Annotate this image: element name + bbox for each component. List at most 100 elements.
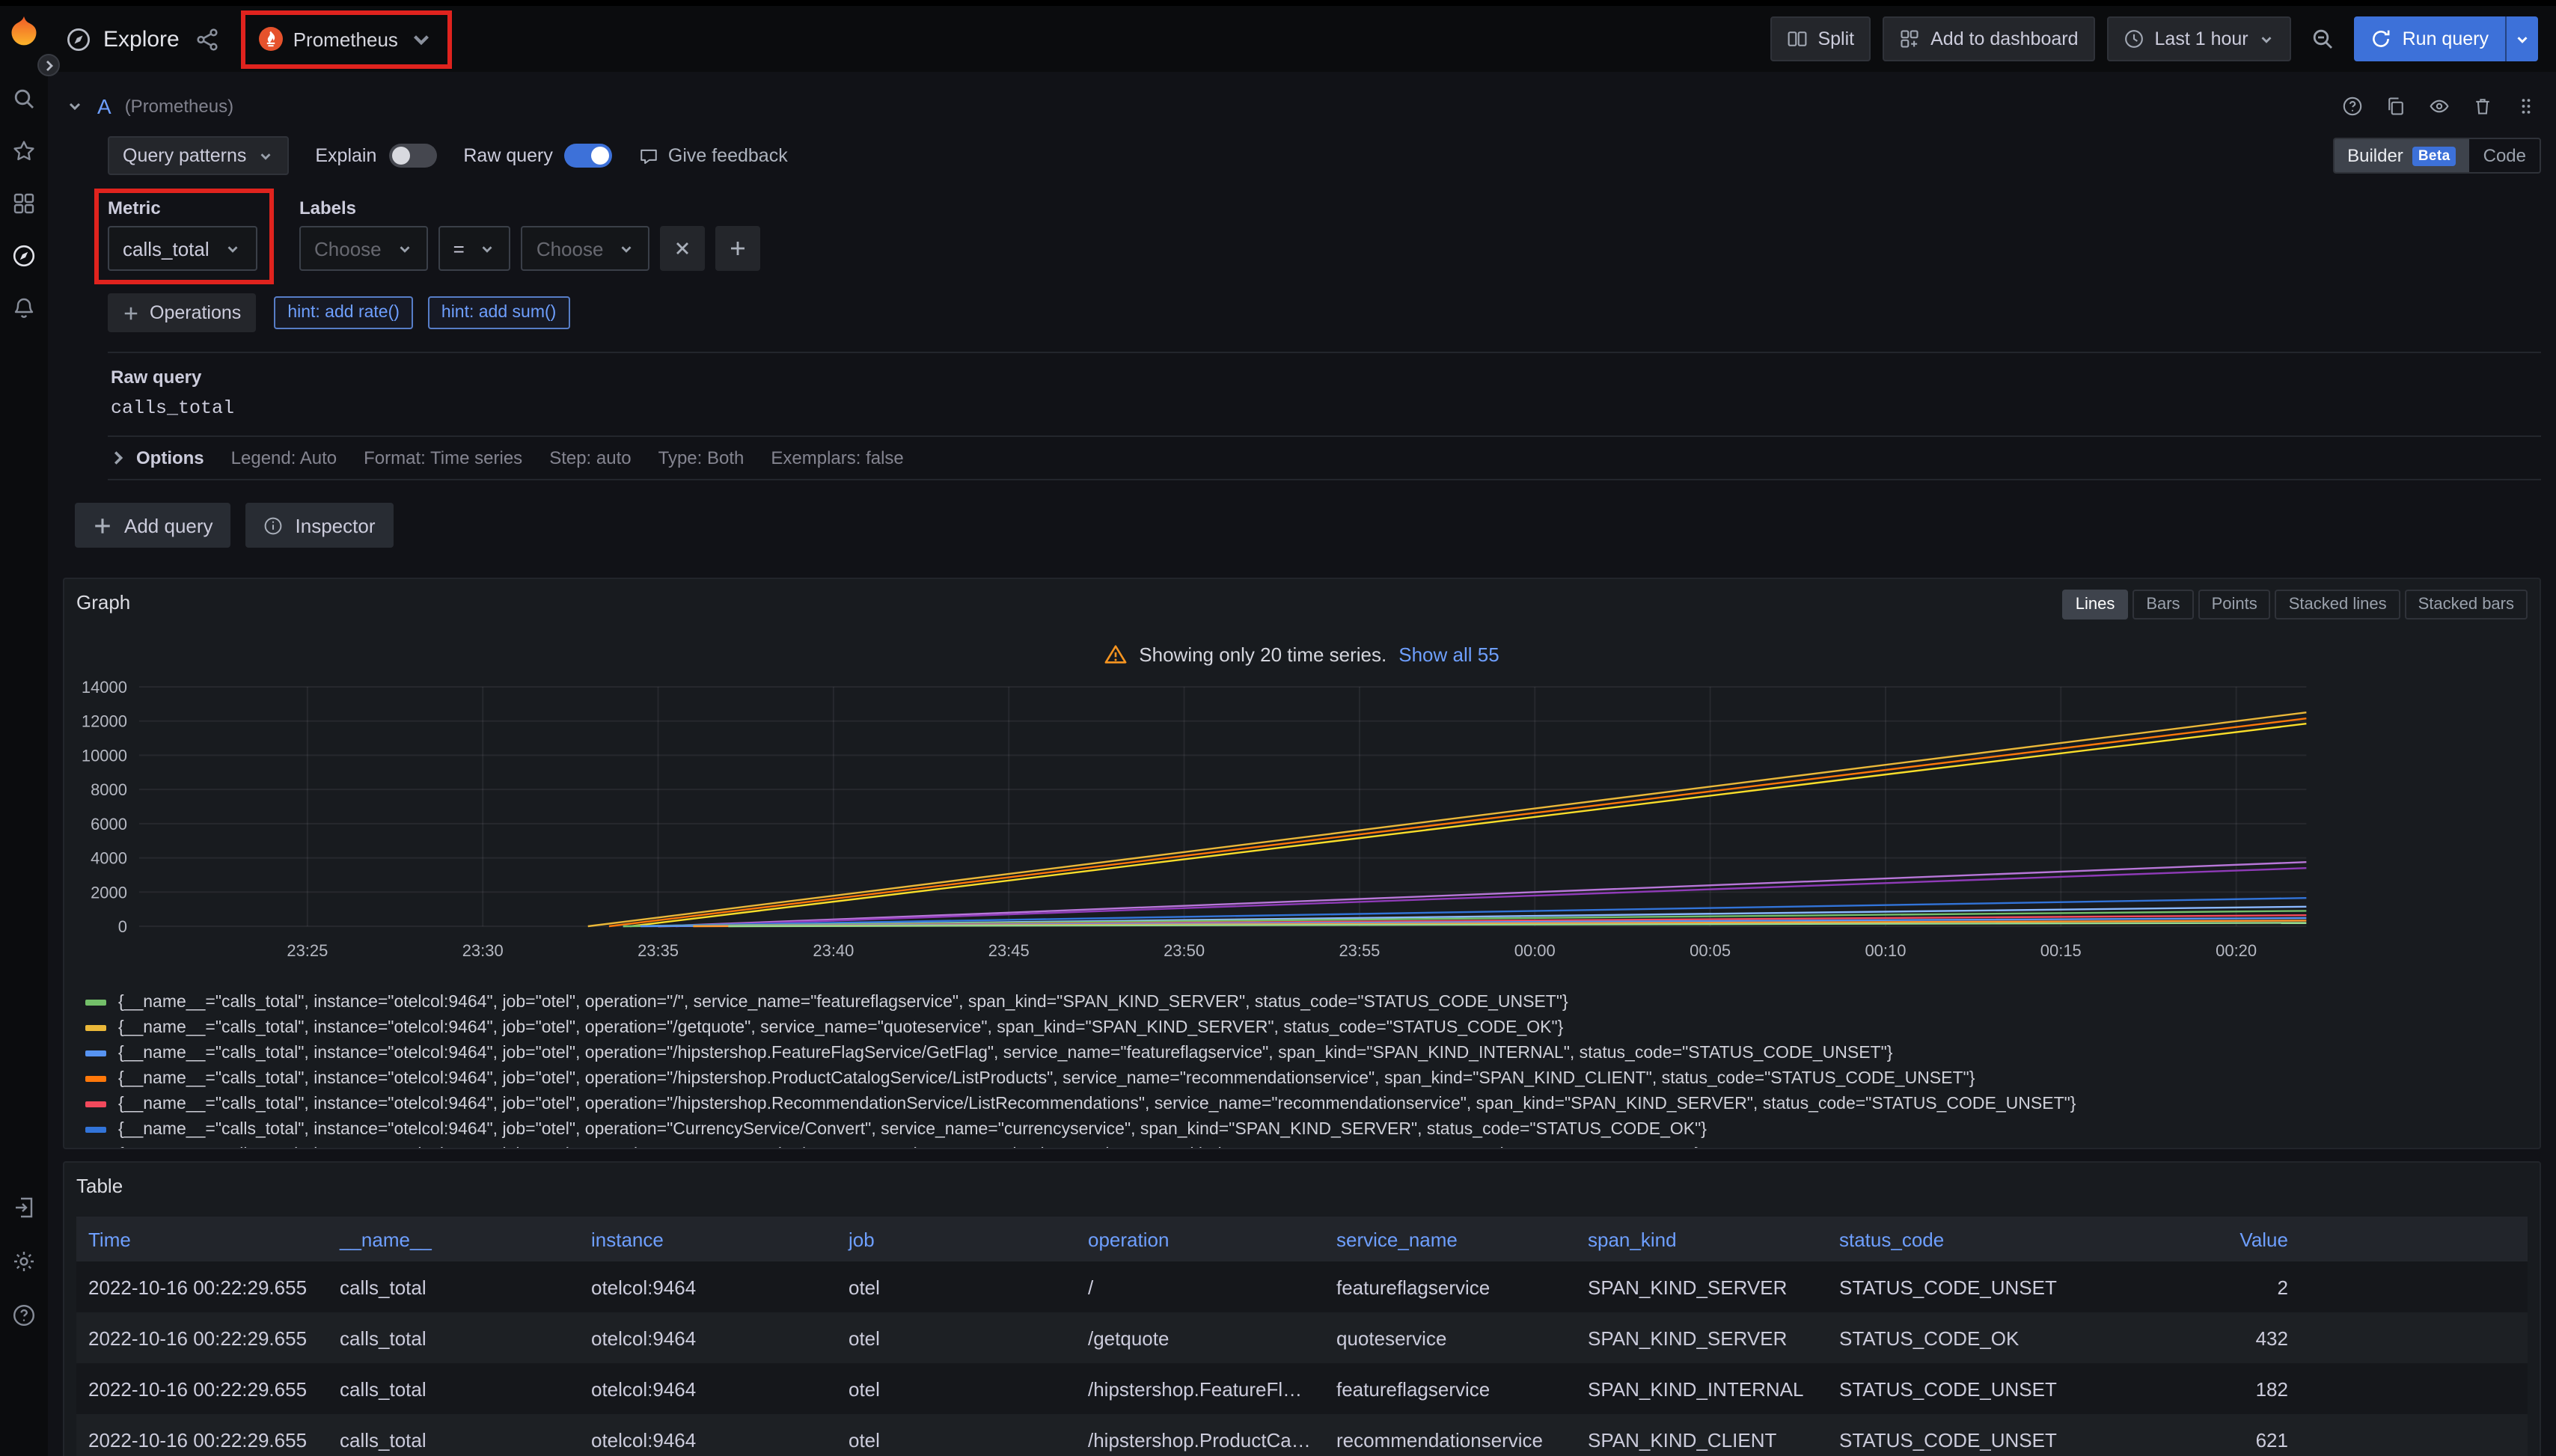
svg-text:00:05: 00:05 [1690,941,1731,960]
table-row[interactable]: 2022-10-16 00:22:29.655calls_totalotelco… [76,1363,2528,1414]
search-icon[interactable] [12,87,36,111]
legend-item[interactable]: {__name__="calls_total", instance="otelc… [85,1065,2528,1091]
hint-button[interactable]: hint: add sum() [428,296,569,329]
remove-label-filter-button[interactable] [660,226,705,271]
table-cell: 2 [2076,1261,2300,1312]
table-row[interactable]: 2022-10-16 00:22:29.655calls_totalotelco… [76,1261,2528,1312]
legend-item[interactable]: {__name__="calls_total", instance="otelc… [85,1091,2528,1116]
trash-icon[interactable] [2471,94,2495,118]
column-header-service-name[interactable]: service_name [1324,1217,1576,1261]
tab-builder[interactable]: Builder Beta [2334,139,2470,172]
metric-select[interactable]: calls_total [108,226,257,271]
legend-item[interactable]: {__name__="calls_total", instance="otelc… [85,1015,2528,1040]
run-query-caret-button[interactable] [2505,16,2538,61]
graph-mode-points[interactable]: Points [2198,590,2271,620]
table-row[interactable]: 2022-10-16 00:22:29.655calls_totalotelco… [76,1312,2528,1363]
column-header-instance[interactable]: instance [579,1217,837,1261]
label-value-select[interactable]: Choose [522,226,650,271]
graph-mode-stacked-lines[interactable]: Stacked lines [2275,590,2400,620]
grafana-logo[interactable] [7,15,40,48]
add-label-filter-button[interactable] [715,226,760,271]
add-query-button[interactable]: Add query [75,503,231,548]
legend-item[interactable]: {__name__="calls_total", instance="otelc… [85,1116,2528,1142]
gear-icon[interactable] [12,1249,36,1273]
compass-explore-icon[interactable] [12,244,36,268]
table-header-row: Time__name__instancejoboperationservice_… [76,1217,2528,1261]
table-cell: otel [837,1261,1076,1312]
column-header-time[interactable]: Time [76,1217,328,1261]
column-header-span-kind[interactable]: span_kind [1576,1217,1827,1261]
graph-mode-lines[interactable]: Lines [2062,590,2129,620]
sidebar-expand-button[interactable] [37,54,60,76]
legend-swatch [85,1126,106,1132]
help-icon[interactable] [12,1303,36,1327]
operations-label: Operations [150,302,241,323]
split-button[interactable]: Split [1770,16,1871,61]
table-cell: 182 [2076,1363,2300,1414]
star-icon[interactable] [12,139,36,163]
time-series-chart[interactable]: 0200040006000800010000120001400023:2523:… [76,675,2528,971]
table-cell: SPAN_KIND_CLIENT [1576,1414,1827,1456]
time-range-picker[interactable]: Last 1 hour [2107,16,2292,61]
svg-text:00:10: 00:10 [1865,941,1906,960]
column-header-operation[interactable]: operation [1076,1217,1324,1261]
share-icon[interactable] [195,26,220,52]
legend-label: {__name__="calls_total", instance="otelc… [118,1120,1707,1138]
options-collapse-toggle[interactable]: Options [111,447,204,468]
table-cell-filler [2300,1363,2528,1414]
svg-text:23:25: 23:25 [287,941,328,960]
datasource-picker[interactable]: Prometheus [253,20,440,58]
add-operation-button[interactable]: Operations [108,293,256,332]
hint-button[interactable]: hint: add rate() [274,296,413,329]
legend-item[interactable]: {__name__="calls_total", instance="otelc… [85,1142,2528,1149]
give-feedback-button[interactable]: Give feedback [640,145,788,166]
table-cell: otel [837,1414,1076,1456]
table-cell: STATUS_CODE_UNSET [1827,1261,2076,1312]
table-cell: quoteservice [1324,1312,1576,1363]
graph-mode-bars[interactable]: Bars [2132,590,2193,620]
hide-query-eye-icon[interactable] [2427,94,2451,118]
add-to-dashboard-button[interactable]: Add to dashboard [1883,16,2094,61]
column-header-job[interactable]: job [837,1217,1076,1261]
raw-query-toggle-label: Raw query [463,145,553,166]
query-ref-id[interactable]: A [97,94,111,118]
table-row[interactable]: 2022-10-16 00:22:29.655calls_totalotelco… [76,1414,2528,1456]
drag-handle-icon[interactable] [2514,94,2538,118]
tab-code[interactable]: Code [2470,139,2540,172]
compass-icon [66,26,91,52]
show-all-series-link[interactable]: Show all 55 [1398,643,1499,665]
table-cell: otel [837,1363,1076,1414]
sign-in-icon[interactable] [12,1196,36,1220]
builder-code-switcher: Builder Beta Code [2332,138,2541,174]
raw-query-expression: calls_total [111,398,2538,419]
query-datasource-hint: (Prometheus) [125,96,233,117]
query-patterns-dropdown[interactable]: Query patterns [108,136,288,175]
duplicate-query-icon[interactable] [2384,94,2408,118]
column-header--name-[interactable]: __name__ [328,1217,579,1261]
label-key-select[interactable]: Choose [299,226,428,271]
table-cell: 2022-10-16 00:22:29.655 [76,1312,328,1363]
raw-query-section: Raw query calls_total [108,352,2541,435]
legend-item[interactable]: {__name__="calls_total", instance="otelc… [85,989,2528,1015]
label-operator-select[interactable]: = [438,226,511,271]
column-header-value[interactable]: Value [2076,1217,2300,1261]
graph-mode-stacked-bars[interactable]: Stacked bars [2405,590,2528,620]
zoom-out-icon[interactable] [2304,16,2343,61]
raw-query-toggle[interactable] [565,144,613,168]
inspector-button[interactable]: Inspector [246,503,394,548]
run-query-button[interactable]: Run query [2355,16,2505,61]
table-cell: featureflagservice [1324,1261,1576,1312]
column-header-status-code[interactable]: status_code [1827,1217,2076,1261]
collapse-chevron-icon[interactable] [66,97,84,115]
svg-text:10000: 10000 [82,746,127,765]
datasource-name: Prometheus [293,28,398,50]
labels-field: Labels Choose = Choose [299,198,760,271]
legend-item[interactable]: {__name__="calls_total", instance="otelc… [85,1040,2528,1065]
warning-icon [1104,643,1127,665]
bell-icon[interactable] [12,296,36,320]
explain-toggle[interactable] [388,144,436,168]
query-help-icon[interactable] [2341,94,2364,118]
svg-text:23:45: 23:45 [988,941,1030,960]
builder-label: Builder [2347,145,2403,166]
apps-icon[interactable] [12,192,36,215]
